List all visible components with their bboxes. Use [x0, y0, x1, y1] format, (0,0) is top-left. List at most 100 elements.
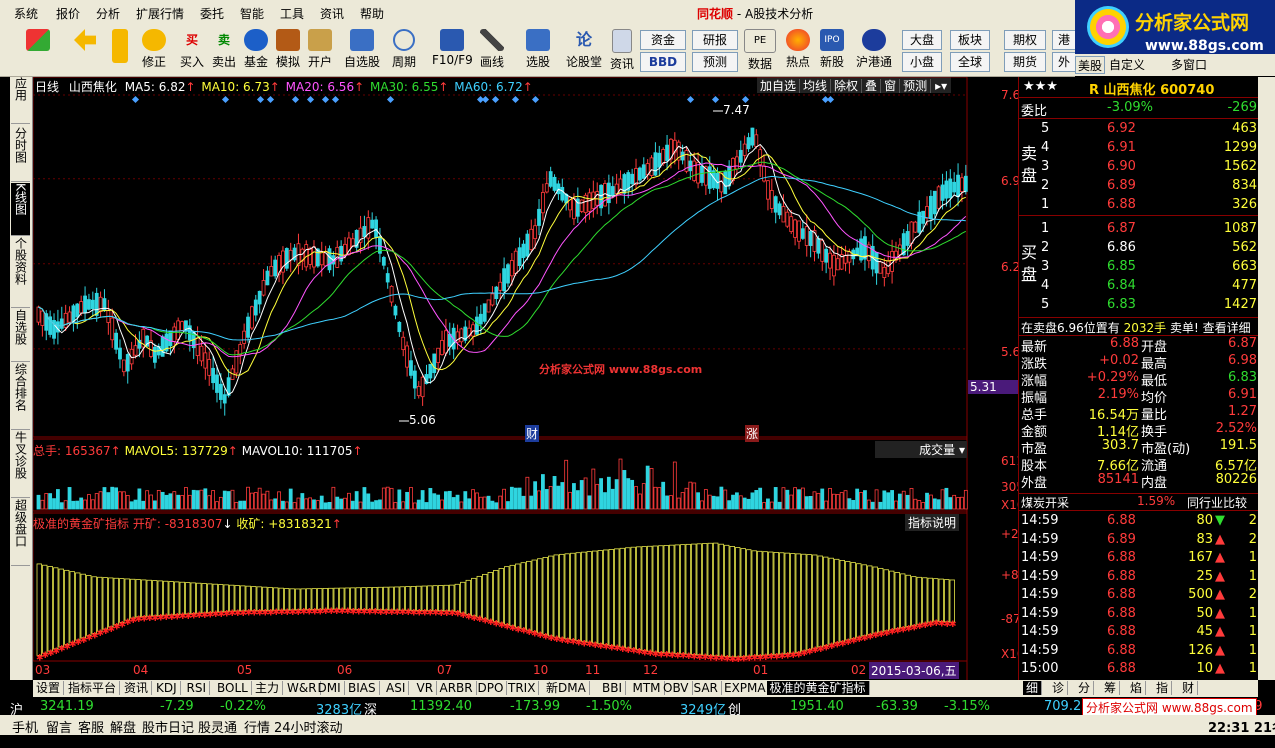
indicator-tab[interactable]: ASI	[383, 681, 410, 695]
diary-link[interactable]: 股市日记	[142, 717, 194, 736]
bid-price[interactable]: 6.86	[1107, 240, 1136, 255]
fund-button[interactable]: 基金	[244, 29, 268, 70]
indicator-tab[interactable]: DMI	[315, 681, 345, 695]
bbd-button[interactable]: BBD	[640, 52, 686, 72]
indicator-tab[interactable]: 极准的黄金矿指标	[766, 681, 870, 695]
scrollbar[interactable]	[1258, 77, 1275, 680]
watchlist-button[interactable]: 自选股	[344, 29, 380, 70]
market-link[interactable]: 行情	[244, 717, 270, 736]
menu-system[interactable]: 系统	[14, 5, 38, 22]
forum-button[interactable]: 论论股堂	[566, 29, 602, 70]
indicator-tab[interactable]: DPO	[475, 681, 508, 695]
volume-dropdown[interactable]: 成交量 ▾	[875, 441, 967, 458]
indicator-tab[interactable]: ARBR	[437, 681, 477, 695]
shhk-button[interactable]: 沪港通	[856, 29, 892, 70]
news-ticker[interactable]: 24小时滚动	[274, 717, 343, 736]
indicator-tab[interactable]: 设置	[33, 681, 65, 695]
message-link[interactable]: 留言	[46, 717, 72, 736]
menu-smart[interactable]: 智能	[240, 5, 264, 22]
updown-button[interactable]	[112, 29, 128, 65]
sell-button[interactable]: 卖卖出	[212, 29, 236, 70]
news-button[interactable]: 资讯	[610, 29, 634, 72]
indicator-tab[interactable]: 主力	[252, 681, 284, 695]
hk-stock-button[interactable]: 港股	[1052, 30, 1076, 50]
notice-detail-link[interactable]: 查看详细	[1203, 321, 1251, 335]
indicator-tab[interactable]: RSI	[184, 681, 210, 695]
site-banner[interactable]: 分析家公式网 www.88gs.com	[1082, 698, 1257, 716]
tab-stock-profile[interactable]: 个股资料	[11, 237, 30, 308]
limit-up-marker[interactable]: 涨	[745, 425, 760, 442]
research-button[interactable]: 研报	[692, 30, 738, 50]
bid-price[interactable]: 6.83	[1107, 297, 1136, 312]
ipo-button[interactable]: IPO 新股	[820, 29, 844, 70]
small-cap-button[interactable]: 小盘	[902, 52, 942, 72]
menu-info[interactable]: 资讯	[320, 5, 344, 22]
indicator-tab[interactable]: VR	[414, 681, 438, 695]
futures-button[interactable]: 期货	[1004, 52, 1046, 72]
service-link[interactable]: 客服	[78, 717, 104, 736]
forecast-button[interactable]: 预测	[692, 52, 738, 72]
finance-marker[interactable]: 财	[525, 425, 540, 442]
indicator-tab[interactable]: SAR	[691, 681, 722, 695]
indicator-tab[interactable]: TRIX	[505, 681, 540, 695]
panel-tab[interactable]: 诊	[1049, 681, 1069, 695]
forex-button[interactable]: 外汇	[1052, 52, 1076, 72]
open-account-button[interactable]: 开户	[308, 29, 332, 70]
indicator-help-button[interactable]: 指标说明	[905, 514, 960, 531]
menu-help[interactable]: 帮助	[360, 5, 384, 22]
mobile-link[interactable]: 手机	[12, 717, 38, 736]
menu-analysis[interactable]: 分析	[96, 5, 120, 22]
tab-apps[interactable]: 应用	[11, 77, 30, 124]
panel-tab[interactable]: 焰	[1127, 681, 1147, 695]
hotspot-button[interactable]: 热点	[786, 29, 810, 70]
panel-tab[interactable]: 筹	[1101, 681, 1121, 695]
sector-name[interactable]: 煤炭开采	[1021, 494, 1069, 511]
kline-chart-area[interactable]: 日线 山西焦化 MA5: 6.82↑ MA10: 6.73↑ MA20: 6.5…	[33, 77, 1057, 680]
menu-order[interactable]: 委托	[200, 5, 224, 22]
grid-view-button[interactable]	[26, 29, 50, 53]
panel-tab[interactable]: 分	[1075, 681, 1095, 695]
stock-picker-button[interactable]: 选股	[526, 29, 550, 70]
bid-price[interactable]: 6.87	[1107, 221, 1136, 236]
tab-watchlist[interactable]: 自选股	[11, 309, 30, 362]
period-button[interactable]: 周期	[392, 29, 416, 70]
indicator-tab[interactable]: EXPMA	[721, 681, 770, 695]
panel-tab[interactable]: 指	[1153, 681, 1173, 695]
multi-window-button[interactable]: 多窗口	[1171, 56, 1207, 73]
indicator-tab[interactable]: OBV	[660, 681, 693, 695]
tab-intraday[interactable]: 分时图	[11, 127, 30, 182]
options-button[interactable]: 期权	[1004, 30, 1046, 50]
market-dropdown[interactable]: 大盘	[902, 30, 942, 50]
panel-tab[interactable]: 细	[1023, 681, 1043, 695]
custom-button[interactable]: 自定义	[1109, 56, 1145, 73]
back-button[interactable]	[74, 29, 96, 53]
analysis-link[interactable]: 解盘	[110, 717, 136, 736]
data-button[interactable]: PE 数据	[744, 29, 776, 72]
ask-price[interactable]: 6.92	[1107, 121, 1136, 136]
indicator-tab[interactable]: BIAS	[345, 681, 380, 695]
indicator-tab[interactable]: 指标平台	[65, 681, 121, 695]
menu-ext-quote[interactable]: 扩展行情	[136, 5, 184, 22]
draw-line-button[interactable]: 画线	[480, 29, 504, 70]
indicator-tab[interactable]: BOLL	[214, 681, 252, 695]
fix-button[interactable]: 修正	[142, 29, 166, 70]
big-order-notice[interactable]: 在卖盘6.96位置有 2032手 卖单! 查看详细	[1021, 319, 1251, 336]
indicator-tab[interactable]: KDJ	[153, 681, 181, 695]
simulate-button[interactable]: 模拟	[276, 29, 300, 70]
tab-diagnosis[interactable]: 牛叉诊股	[11, 431, 30, 498]
global-dropdown[interactable]: 全球	[950, 52, 990, 72]
buy-button[interactable]: 买买入	[180, 29, 204, 70]
bid-price[interactable]: 6.84	[1107, 278, 1136, 293]
ask-price[interactable]: 6.89	[1107, 178, 1136, 193]
tab-super-tape[interactable]: 超级盘口	[11, 499, 30, 566]
ask-price[interactable]: 6.90	[1107, 159, 1136, 174]
ask-price[interactable]: 6.88	[1107, 197, 1136, 212]
panel-tab[interactable]: 财	[1179, 681, 1199, 695]
menu-quote[interactable]: 报价	[56, 5, 80, 22]
menu-tools[interactable]: 工具	[280, 5, 304, 22]
gulingtong-link[interactable]: 股灵通	[198, 717, 237, 736]
ask-price[interactable]: 6.91	[1107, 140, 1136, 155]
sector-dropdown[interactable]: 板块	[950, 30, 990, 50]
indicator-tab[interactable]: BBI	[599, 681, 627, 695]
tab-kline[interactable]: K线图	[11, 183, 30, 236]
